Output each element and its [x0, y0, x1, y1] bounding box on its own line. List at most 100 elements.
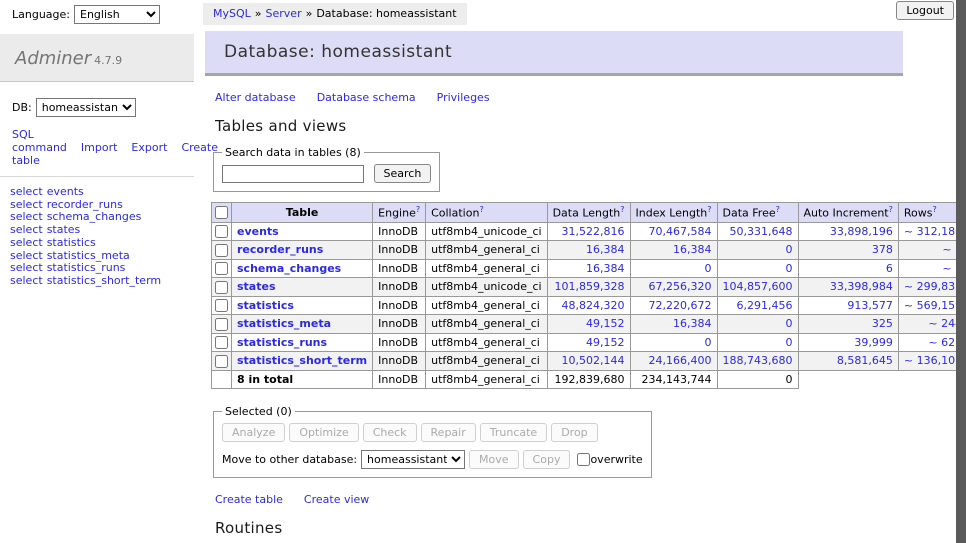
sidebar-table-name-link[interactable]: events	[47, 185, 84, 198]
analyze-button[interactable]: Analyze	[222, 423, 285, 442]
column-help-link[interactable]: ?	[416, 205, 420, 214]
repair-button[interactable]: Repair	[421, 423, 476, 442]
column-help-link[interactable]: ?	[932, 205, 936, 214]
drop-button[interactable]: Drop	[551, 423, 597, 442]
alter-database-link[interactable]: Alter database	[215, 91, 296, 104]
column-help-link[interactable]: ?	[889, 205, 893, 214]
table-name-link[interactable]: statistics_short_term	[237, 354, 367, 367]
breadcrumb-mysql-link[interactable]: MySQL	[213, 7, 251, 20]
sidebar-select-link[interactable]: select	[10, 198, 43, 211]
index-length-link[interactable]: 67,256,320	[649, 280, 712, 293]
sidebar-select-link[interactable]: select	[10, 236, 43, 249]
rows-link[interactable]: ~ 312,180	[904, 225, 962, 238]
data-length-link[interactable]: 16,384	[586, 262, 625, 275]
sidebar-link-sql-command[interactable]: SQL command	[12, 128, 67, 154]
row-checkbox[interactable]	[215, 299, 228, 312]
db-select[interactable]: homeassistant	[36, 98, 136, 117]
table-name-link[interactable]: states	[237, 280, 276, 293]
data-length-link[interactable]: 101,859,328	[555, 280, 625, 293]
rows-link[interactable]: ~ 569,159	[904, 299, 962, 312]
overwrite-checkbox[interactable]	[577, 453, 590, 466]
data-length-link[interactable]: 49,152	[586, 336, 625, 349]
sidebar-select-link[interactable]: select	[10, 185, 43, 198]
sidebar-table-name-link[interactable]: states	[47, 223, 81, 236]
auto-increment-link[interactable]: 33,398,984	[830, 280, 893, 293]
copy-button[interactable]: Copy	[523, 450, 571, 469]
sidebar-table-name-link[interactable]: statistics_meta	[47, 249, 130, 262]
column-help-link[interactable]: ?	[776, 205, 780, 214]
auto-increment-link[interactable]: 39,999	[854, 336, 893, 349]
data-free-link[interactable]: 0	[786, 336, 793, 349]
page-scrollbar[interactable]	[956, 0, 966, 543]
data-free-link[interactable]: 50,331,648	[730, 225, 793, 238]
auto-increment-link[interactable]: 378	[872, 243, 893, 256]
select-all-checkbox[interactable]	[215, 206, 228, 219]
sidebar-table-name-link[interactable]: statistics	[47, 236, 96, 249]
row-checkbox[interactable]	[215, 336, 228, 349]
index-length-link[interactable]: 16,384	[673, 243, 712, 256]
sidebar-select-link[interactable]: select	[10, 261, 43, 274]
row-checkbox[interactable]	[215, 244, 228, 257]
auto-increment-link[interactable]: 8,581,645	[837, 354, 893, 367]
index-length-link[interactable]: 0	[705, 336, 712, 349]
data-length-link[interactable]: 48,824,320	[562, 299, 625, 312]
sidebar-link-export[interactable]: Export	[131, 141, 167, 154]
sidebar-select-link[interactable]: select	[10, 210, 43, 223]
index-length-link[interactable]: 24,166,400	[649, 354, 712, 367]
table-name-link[interactable]: statistics_runs	[237, 336, 327, 349]
data-free-link[interactable]: 188,743,680	[723, 354, 793, 367]
index-length-link[interactable]: 16,384	[673, 317, 712, 330]
privileges-link[interactable]: Privileges	[437, 91, 490, 104]
data-free-link[interactable]: 104,857,600	[723, 280, 793, 293]
table-name-link[interactable]: statistics_meta	[237, 317, 331, 330]
language-select[interactable]: English	[74, 5, 160, 24]
data-length-link[interactable]: 10,502,144	[562, 354, 625, 367]
data-length-link[interactable]: 31,522,816	[562, 225, 625, 238]
sidebar-select-link[interactable]: select	[10, 249, 43, 262]
rows-link[interactable]: ~ 136,108	[904, 354, 962, 367]
sidebar-table-name-link[interactable]: statistics_short_term	[47, 274, 161, 287]
table-name-link[interactable]: statistics	[237, 299, 294, 312]
search-button[interactable]: Search	[374, 164, 432, 183]
logout-button[interactable]: Logout	[896, 1, 954, 20]
row-checkbox[interactable]	[215, 318, 228, 331]
create-table-link[interactable]: Create table	[215, 493, 283, 506]
index-length-link[interactable]: 0	[705, 262, 712, 275]
database-schema-link[interactable]: Database schema	[317, 91, 416, 104]
auto-increment-link[interactable]: 33,898,196	[830, 225, 893, 238]
row-checkbox[interactable]	[215, 225, 228, 238]
data-free-link[interactable]: 0	[786, 243, 793, 256]
search-input[interactable]	[222, 165, 364, 183]
data-free-link[interactable]: 6,291,456	[737, 299, 793, 312]
table-name-link[interactable]: schema_changes	[237, 262, 341, 275]
sidebar-table-name-link[interactable]: statistics_runs	[47, 261, 126, 274]
breadcrumb-server-link[interactable]: Server	[266, 7, 302, 20]
sidebar-select-link[interactable]: select	[10, 274, 43, 287]
rows-link[interactable]: ~ 299,833	[904, 280, 962, 293]
row-checkbox[interactable]	[215, 262, 228, 275]
auto-increment-link[interactable]: 913,577	[847, 299, 893, 312]
column-help-link[interactable]: ?	[620, 205, 624, 214]
table-name-link[interactable]: events	[237, 225, 279, 238]
check-button[interactable]: Check	[363, 423, 417, 442]
sidebar-link-import[interactable]: Import	[81, 141, 118, 154]
data-free-link[interactable]: 0	[786, 317, 793, 330]
row-checkbox[interactable]	[215, 355, 228, 368]
auto-increment-link[interactable]: 6	[886, 262, 893, 275]
sidebar-table-name-link[interactable]: recorder_runs	[47, 198, 123, 211]
move-button[interactable]: Move	[469, 450, 519, 469]
row-checkbox[interactable]	[215, 281, 228, 294]
data-free-link[interactable]: 0	[786, 262, 793, 275]
move-database-select[interactable]: homeassistant	[361, 450, 465, 469]
index-length-link[interactable]: 70,467,584	[649, 225, 712, 238]
sidebar-table-name-link[interactable]: schema_changes	[47, 210, 142, 223]
data-length-link[interactable]: 16,384	[586, 243, 625, 256]
index-length-link[interactable]: 72,220,672	[649, 299, 712, 312]
create-view-link[interactable]: Create view	[304, 493, 369, 506]
sidebar-select-link[interactable]: select	[10, 223, 43, 236]
auto-increment-link[interactable]: 325	[872, 317, 893, 330]
truncate-button[interactable]: Truncate	[480, 423, 547, 442]
column-help-link[interactable]: ?	[707, 205, 711, 214]
table-name-link[interactable]: recorder_runs	[237, 243, 323, 256]
data-length-link[interactable]: 49,152	[586, 317, 625, 330]
